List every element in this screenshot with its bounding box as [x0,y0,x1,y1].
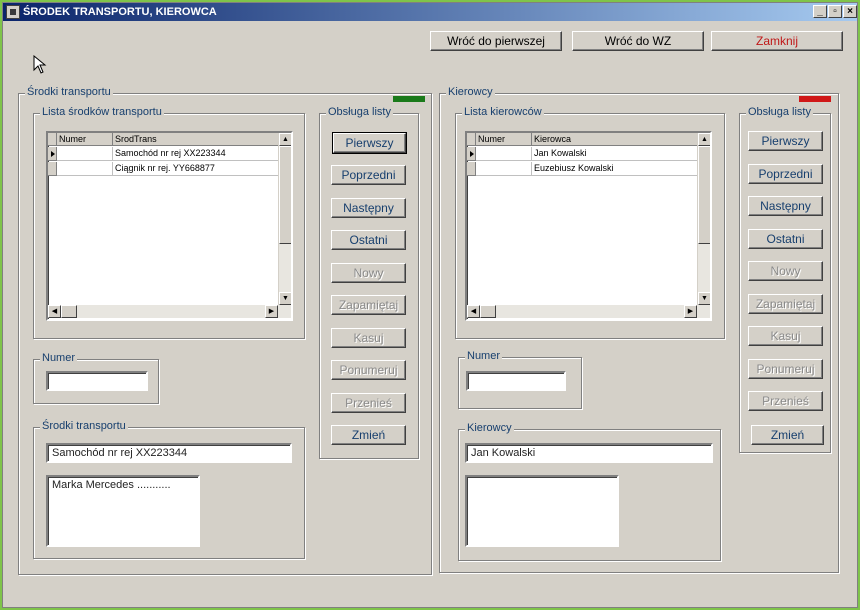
scroll-right-icon[interactable]: ▶ [265,305,278,318]
back-to-wz-button[interactable]: Wróć do WZ [572,31,704,51]
row-value: Euzebiusz Kowalski [532,162,698,176]
row-numer [476,162,532,176]
row-numer [57,162,113,176]
drivers-status-indicator [799,96,831,102]
transport-status-indicator [393,96,425,102]
drivers-numer-input[interactable] [466,371,566,391]
scroll-thumb[interactable] [279,146,291,244]
scroll-thumb[interactable] [61,305,77,318]
horizontal-scrollbar[interactable]: ◀ ▶ [48,305,291,318]
drivers-numer-label: Numer [465,350,503,362]
table-row[interactable]: Jan Kowalski [467,147,698,161]
row-value: Ciągnik nr rej. YY668877 [113,162,279,176]
scroll-right-icon[interactable]: ▶ [684,305,697,318]
scroll-thumb[interactable] [480,305,496,318]
edit-button[interactable]: Zmień [331,425,406,445]
column-header-kierowca[interactable]: Kierowca [532,133,698,146]
new-button[interactable]: Nowy [748,261,823,281]
save-button[interactable]: Zapamiętaj [748,294,823,314]
column-header-numer[interactable]: Numer [57,133,113,146]
driver-name-input[interactable]: Jan Kowalski [465,443,713,463]
save-button[interactable]: Zapamiętaj [331,295,406,315]
back-to-first-button[interactable]: Wróć do pierwszej [430,31,562,51]
close-window-button[interactable]: × [843,5,857,18]
delete-button[interactable]: Kasuj [748,326,823,346]
horizontal-scrollbar[interactable]: ◀ ▶ [467,305,710,318]
row-numer [476,147,532,161]
table-row[interactable]: Ciągnik nr rej. YY668877 [48,162,279,176]
app-icon[interactable] [6,5,20,19]
move-button[interactable]: Przenieś [748,391,823,411]
vertical-scrollbar[interactable]: ▲ ▼ [278,133,291,305]
scroll-up-icon[interactable]: ▲ [279,133,291,146]
scroll-left-icon[interactable]: ◀ [48,305,61,318]
first-button[interactable]: Pierwszy [748,131,823,151]
scroll-left-icon[interactable]: ◀ [467,305,480,318]
delete-button[interactable]: Kasuj [331,328,406,348]
scroll-down-icon[interactable]: ▼ [279,292,291,305]
scroll-up-icon[interactable]: ▲ [698,133,710,146]
next-button[interactable]: Następny [748,196,823,216]
window-title: ŚRODEK TRANSPORTU, KIEROWCA [23,6,217,18]
transport-numer-input[interactable] [46,371,148,391]
vertical-scrollbar[interactable]: ▲ ▼ [697,133,710,305]
transport-grid[interactable]: Numer SrodTrans Samochód nr rej XX223344… [46,131,293,321]
current-row-indicator-icon [467,147,476,161]
table-row[interactable]: Samochód nr rej XX223344 [48,147,279,161]
scroll-down-icon[interactable]: ▼ [698,292,710,305]
transport-name-input[interactable]: Samochód nr rej XX223344 [46,443,292,463]
mouse-cursor-icon [33,55,47,74]
transport-panel-title: Środki transportu [25,86,113,98]
first-button[interactable]: Pierwszy [332,132,407,154]
grid-corner [48,133,57,146]
transport-description-textarea[interactable]: Marka Mercedes ........... [46,475,200,547]
app-window: ŚRODEK TRANSPORTU, KIEROWCA _ ▫ × Wróć d… [2,2,858,608]
row-indicator [467,162,476,176]
drivers-panel-title: Kierowcy [446,86,495,98]
grid-corner [467,133,476,146]
renumber-button[interactable]: Ponumeruj [331,360,406,380]
scroll-thumb[interactable] [698,146,710,244]
drivers-list-title: Lista kierowców [462,106,544,118]
last-button[interactable]: Ostatni [331,230,406,250]
current-row-indicator-icon [48,147,57,161]
drivers-ops-title: Obsługa listy [746,106,813,118]
transport-list-title: Lista środków transportu [40,106,164,118]
previous-button[interactable]: Poprzedni [748,164,823,184]
title-bar: ŚRODEK TRANSPORTU, KIEROWCA _ ▫ × [3,3,857,21]
row-value: Jan Kowalski [532,147,698,161]
transport-detail-title: Środki transportu [40,420,128,432]
transport-ops-title: Obsługa listy [326,106,393,118]
edit-button[interactable]: Zmień [751,425,824,445]
column-header-srodtrans[interactable]: SrodTrans [113,133,279,146]
drivers-grid[interactable]: Numer Kierowca Jan Kowalski Euzebiusz Ko… [465,131,712,321]
row-value: Samochód nr rej XX223344 [113,147,279,161]
next-button[interactable]: Następny [331,198,406,218]
transport-numer-label: Numer [40,352,78,364]
column-header-numer[interactable]: Numer [476,133,532,146]
move-button[interactable]: Przenieś [331,393,406,413]
minimize-button[interactable]: _ [813,5,827,18]
last-button[interactable]: Ostatni [748,229,823,249]
driver-description-textarea[interactable] [465,475,619,547]
new-button[interactable]: Nowy [331,263,406,283]
renumber-button[interactable]: Ponumeruj [748,359,823,379]
drivers-detail-title: Kierowcy [465,422,514,434]
table-row[interactable]: Euzebiusz Kowalski [467,162,698,176]
close-button[interactable]: Zamknij [711,31,843,51]
maximize-button[interactable]: ▫ [828,5,842,18]
row-numer [57,147,113,161]
previous-button[interactable]: Poprzedni [331,165,406,185]
row-indicator [48,162,57,176]
